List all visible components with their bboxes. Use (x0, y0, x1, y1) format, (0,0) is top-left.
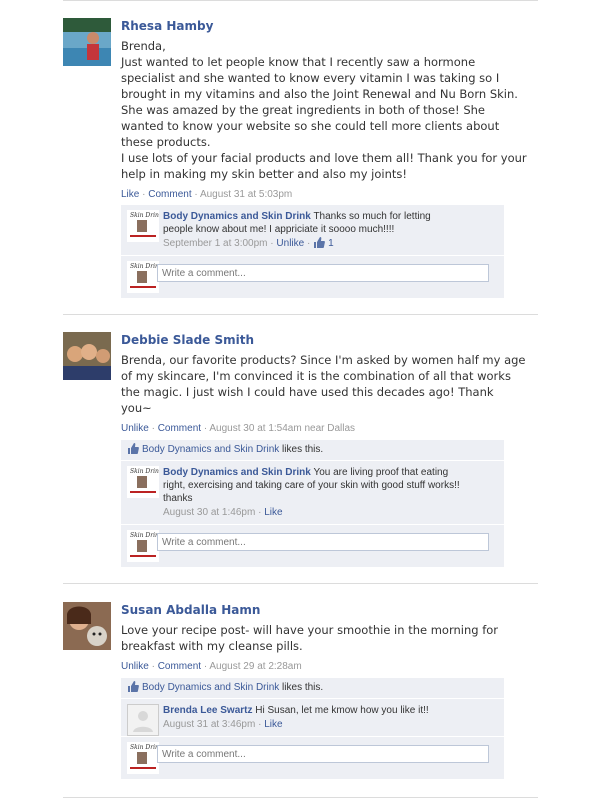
svg-text:Skin Drink: Skin Drink (130, 532, 159, 539)
post-line: specialist and she wanted to know every … (121, 71, 500, 85)
comment-author[interactable]: Brenda Lee Swartz (163, 705, 252, 716)
post-message: Brenda, our favorite products? Since I'm… (121, 352, 531, 416)
comment-body: thanks (163, 493, 193, 504)
post-meta: Unlike · Comment · August 30 at 1:54am n… (121, 423, 356, 434)
post-line: Just wanted to let people know that I re… (121, 55, 476, 69)
post-separator (63, 0, 538, 1)
post-author[interactable]: Rhesa Hamby (121, 18, 531, 34)
post-line: help in making my skin better and also m… (121, 167, 408, 181)
comment-text: Body Dynamics and Skin Drink Thanks so m… (163, 210, 498, 236)
svg-text:Skin Drink: Skin Drink (130, 263, 159, 270)
post-line: Love your recipe post- will have your sm… (121, 623, 499, 637)
post-line: the magic. I just wish I could have used… (121, 385, 494, 399)
comment-input[interactable]: Write a comment... (157, 745, 489, 763)
like-count[interactable]: 1 (313, 237, 334, 249)
comment-body: Hi Susan, let me kmow how you like it!! (255, 705, 429, 716)
comment-text: Body Dynamics and Skin Drink You are liv… (163, 466, 498, 505)
post-line: these products. (121, 135, 211, 149)
likes-row: Body Dynamics and Skin Drink likes this. (121, 440, 504, 460)
page-avatar[interactable]: Skin Drink (127, 210, 163, 242)
like-link[interactable]: Like (264, 507, 282, 518)
svg-text:Skin Drink: Skin Drink (130, 468, 159, 475)
comment-body: right, exercising and taking care of you… (163, 480, 460, 491)
comment-body: You are living proof that eating (313, 467, 449, 478)
post-author[interactable]: Susan Abdalla Hamn (121, 602, 531, 618)
comment-item: Skin Drink Body Dynamics and Skin Drink … (121, 205, 504, 255)
comment-meta: August 31 at 3:46pm · Like (163, 719, 283, 730)
post-line: She was amazed by the great ingredients … (121, 103, 485, 117)
post-timestamp: August 31 at 5:03pm (199, 189, 293, 200)
post-line: Brenda, our favorite products? Since I'm… (121, 353, 526, 367)
comments-box: Body Dynamics and Skin Drink likes this.… (121, 440, 504, 568)
unlike-link[interactable]: Unlike (276, 238, 304, 249)
liker-link[interactable]: Body Dynamics and Skin Drink (142, 444, 279, 455)
like-link[interactable]: Like (121, 189, 139, 200)
post-line: Brenda, (121, 39, 166, 53)
post-timestamp: August 29 at 2:28am (209, 661, 302, 672)
post-line: wanted to know your website so she could… (121, 119, 500, 133)
page-avatar: Skin Drink (127, 261, 163, 293)
comment-input[interactable]: Write a comment... (157, 264, 489, 282)
likes-row: Body Dynamics and Skin Drink likes this. (121, 678, 504, 698)
comment-link[interactable]: Comment (158, 661, 201, 672)
liker-link[interactable]: Body Dynamics and Skin Drink (142, 682, 279, 693)
comment-link[interactable]: Comment (148, 189, 191, 200)
post-timestamp: August 30 at 1:54am near Dallas (209, 423, 356, 434)
post-line: of my skincare, I'm convinced it is the … (121, 369, 511, 383)
likes-suffix: likes this. (279, 444, 324, 455)
post-separator (63, 583, 538, 584)
comment-item: Skin Drink Body Dynamics and Skin Drink … (121, 460, 504, 524)
write-comment-row: Skin Drink Write a comment... (121, 736, 504, 779)
comment-author[interactable]: Body Dynamics and Skin Drink (163, 211, 311, 222)
comment-timestamp: August 30 at 1:46pm (163, 507, 256, 518)
avatar[interactable] (63, 18, 111, 66)
post-meta: Like · Comment · August 31 at 5:03pm (121, 189, 293, 200)
default-avatar[interactable] (127, 704, 159, 736)
comment-timestamp: August 31 at 3:46pm (163, 719, 256, 730)
post-meta: Unlike · Comment · August 29 at 2:28am (121, 661, 302, 672)
write-comment-row: Skin Drink Write a comment... (121, 255, 504, 298)
post-separator (63, 314, 538, 315)
comments-box: Skin Drink Body Dynamics and Skin Drink … (121, 205, 504, 299)
thumbs-up-icon (128, 443, 139, 454)
comment-meta: September 1 at 3:00pm · Unlike · 1 (163, 237, 334, 249)
post-line: brought in my vitamins and also the Join… (121, 87, 518, 101)
page-avatar: Skin Drink (127, 742, 163, 774)
avatar[interactable] (63, 602, 111, 650)
comment-item: Brenda Lee Swartz Hi Susan, let me kmow … (121, 698, 504, 736)
page-avatar: Skin Drink (127, 530, 163, 562)
post-separator (63, 797, 538, 798)
post-author[interactable]: Debbie Slade Smith (121, 332, 531, 348)
post-message: Love your recipe post- will have your sm… (121, 622, 531, 654)
comment-input[interactable]: Write a comment... (157, 533, 489, 551)
avatar[interactable] (63, 332, 111, 380)
thumbs-up-icon (314, 237, 326, 248)
post-message: Brenda, Just wanted to let people know t… (121, 38, 531, 182)
comment-meta: August 30 at 1:46pm · Like (163, 507, 283, 518)
post-line: I use lots of your facial products and l… (121, 151, 527, 165)
svg-text:Skin Drink: Skin Drink (130, 212, 159, 219)
thumbs-up-icon (128, 681, 139, 692)
page-avatar[interactable]: Skin Drink (127, 466, 163, 498)
comments-box: Body Dynamics and Skin Drink likes this.… (121, 678, 504, 780)
post-line: breakfast with my cleanse pills. (121, 639, 303, 653)
comment-body: people know about me! I appriciate it so… (163, 224, 395, 235)
likes-suffix: likes this. (279, 682, 324, 693)
comment-author[interactable]: Body Dynamics and Skin Drink (163, 467, 311, 478)
unlike-link[interactable]: Unlike (121, 423, 149, 434)
write-comment-row: Skin Drink Write a comment... (121, 524, 504, 567)
comment-body: Thanks so much for letting (313, 211, 431, 222)
comment-timestamp: September 1 at 3:00pm (163, 238, 268, 249)
post-line: you~ (121, 401, 152, 415)
comment-text: Brenda Lee Swartz Hi Susan, let me kmow … (163, 704, 498, 717)
unlike-link[interactable]: Unlike (121, 661, 149, 672)
comment-link[interactable]: Comment (158, 423, 201, 434)
like-link[interactable]: Like (264, 719, 282, 730)
svg-text:Skin Drink: Skin Drink (130, 744, 159, 751)
like-count-value: 1 (328, 238, 334, 249)
